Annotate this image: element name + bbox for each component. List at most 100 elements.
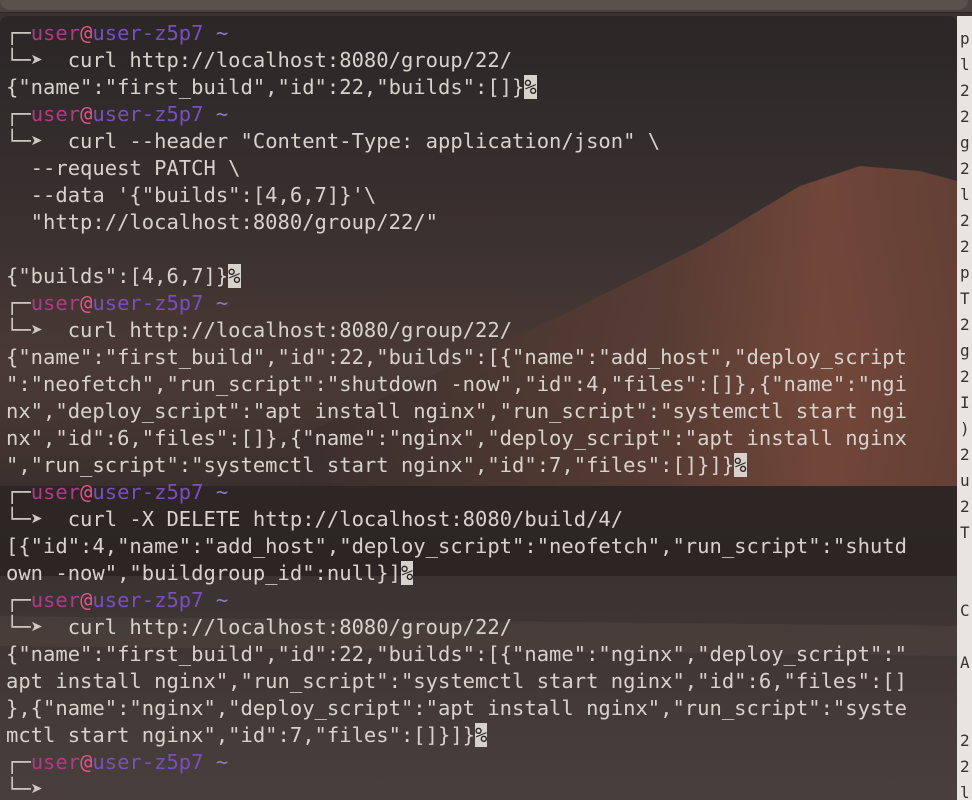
output-line: ","run_script":"systemctl start nginx","… xyxy=(6,452,954,479)
prompt-corner-icon: ┌─ xyxy=(6,750,31,774)
prompt-at: @ xyxy=(80,588,93,612)
prompt-user: user xyxy=(30,21,81,45)
prompt-at: @ xyxy=(80,480,93,504)
output-line: {"name":"first_build","id":22,"builds":[… xyxy=(6,641,954,668)
window-top-bar xyxy=(0,0,972,13)
output-text: ","run_script":"systemctl start nginx","… xyxy=(6,453,735,477)
no-newline-marker: % xyxy=(228,264,241,288)
prompt-dir: ~ xyxy=(203,480,229,504)
prompt-dir: ~ xyxy=(203,102,229,126)
prompt-user: user xyxy=(30,750,81,774)
command-text: curl http://localhost:8080/group/22/ xyxy=(67,318,513,342)
output-text: nx","deploy_script":"apt install nginx",… xyxy=(6,399,907,423)
output-line: mctl start nginx","id":7,"files":[]}]}% xyxy=(6,722,954,749)
prompt-user: user xyxy=(30,480,81,504)
prompt-line: ┌─user@user-z5p7 ~ xyxy=(6,479,954,506)
side-panel-char: l xyxy=(960,185,970,204)
side-panel-char: A xyxy=(960,653,970,672)
prompt-arrow-icon: ➤ xyxy=(30,48,68,72)
side-panel-char: u xyxy=(960,471,970,490)
prompt-corner-icon: ┌─ xyxy=(6,21,31,45)
output-text: },{"name":"nginx","deploy_script":"apt i… xyxy=(6,696,907,720)
prompt-line: ┌─user@user-z5p7 ~ xyxy=(6,101,954,128)
side-panel-char: g xyxy=(960,133,970,152)
prompt-corner-icon: ┌─ xyxy=(6,102,31,126)
output-line: {"name":"first_build","id":22,"builds":[… xyxy=(6,344,954,371)
command-line: └─➤ curl http://localhost:8080/group/22/ xyxy=(6,47,954,74)
output-line: apt install nginx","run_script":"systemc… xyxy=(6,668,954,695)
prompt-line: ┌─user@user-z5p7 ~ xyxy=(6,587,954,614)
prompt-at: @ xyxy=(80,21,93,45)
side-panel-char: T xyxy=(960,523,970,542)
command-text: curl http://localhost:8080/group/22/ xyxy=(67,615,513,639)
side-panel-char: 2 xyxy=(960,237,970,256)
output-text: mctl start nginx","id":7,"files":[]}]} xyxy=(6,723,475,747)
prompt-host: user-z5p7 xyxy=(92,21,204,45)
output-line: own -now","buildgroup_id":null}]% xyxy=(6,560,954,587)
command-continuation: --data '{"builds":[4,6,7]}'\ xyxy=(6,182,954,209)
side-panel-char xyxy=(960,546,972,572)
prompt-arrow-icon: ➤ xyxy=(30,777,68,800)
output-text: nx","id":6,"files":[]},{"name":"nginx","… xyxy=(6,426,907,450)
side-panel-char: ) xyxy=(960,419,970,438)
output-text: [{"id":4,"name":"add_host","deploy_scrip… xyxy=(6,534,907,558)
terminal-output: ┌─user@user-z5p7 ~ └─➤ curl http://localh… xyxy=(6,20,954,800)
side-panel-char xyxy=(960,624,972,650)
side-panel-char: l xyxy=(960,783,970,800)
continuation-text: --data '{"builds":[4,6,7]}'\ xyxy=(6,183,377,207)
prompt-arrow-icon: ➤ xyxy=(30,615,68,639)
prompt-corner-bottom-icon: └─ xyxy=(6,48,31,72)
output-text: {"name":"first_build","id":22,"builds":[… xyxy=(6,75,525,99)
side-panel-char xyxy=(960,676,972,702)
side-panel-char: I xyxy=(960,393,970,412)
prompt-corner-icon: ┌─ xyxy=(6,588,31,612)
side-panel-char xyxy=(960,572,972,598)
prompt-at: @ xyxy=(80,102,93,126)
output-text: {"name":"first_build","id":22,"builds":[… xyxy=(6,345,907,369)
prompt-user: user xyxy=(30,291,81,315)
output-line: nx","deploy_script":"apt install nginx",… xyxy=(6,398,954,425)
prompt-host: user-z5p7 xyxy=(92,102,204,126)
output-text: {"name":"first_build","id":22,"builds":[… xyxy=(6,642,907,666)
prompt-user: user xyxy=(30,588,81,612)
command-text: curl --header "Content-Type: application… xyxy=(67,129,661,153)
side-panel-char: 2 xyxy=(960,757,970,776)
prompt-at: @ xyxy=(80,291,93,315)
prompt-arrow-icon: ➤ xyxy=(30,129,68,153)
continuation-text xyxy=(6,237,31,261)
command-continuation: --request PATCH \ xyxy=(6,155,954,182)
side-panel-char: T xyxy=(960,289,970,308)
side-panel-char xyxy=(960,702,972,728)
side-panel-char: 2 xyxy=(960,367,970,386)
side-panel-char: 2 xyxy=(960,731,970,750)
no-newline-marker: % xyxy=(734,453,747,477)
side-panel-char: p xyxy=(960,263,970,282)
prompt-corner-bottom-icon: └─ xyxy=(6,129,31,153)
side-panel-char: 2 xyxy=(960,445,970,464)
side-panel-char: 2 xyxy=(960,315,970,334)
side-panel-char: 2 xyxy=(960,159,970,178)
command-line: └─➤ curl http://localhost:8080/group/22/ xyxy=(6,614,954,641)
side-panel-char: 2 xyxy=(960,81,970,100)
output-line: {"builds":[4,6,7]}% xyxy=(6,263,954,290)
side-panel-char: 2 xyxy=(960,497,970,516)
continuation-text: --request PATCH \ xyxy=(6,156,241,180)
command-continuation: "http://localhost:8080/group/22/" xyxy=(6,209,954,236)
command-line: └─➤ curl -X DELETE http://localhost:8080… xyxy=(6,506,954,533)
prompt-corner-bottom-icon: └─ xyxy=(6,318,31,342)
prompt-corner-icon: ┌─ xyxy=(6,291,31,315)
adjacent-window-edge: p l 2 2 g 2 l 2 2 p T 2 g 2 I) 2 u 2 T C A 2 2 l xyxy=(957,16,972,800)
output-text: ":"neofetch","run_script":"shutdown -now… xyxy=(6,372,907,396)
command-line: └─➤ xyxy=(6,776,954,800)
prompt-dir: ~ xyxy=(203,21,229,45)
no-newline-marker: % xyxy=(475,723,488,747)
no-newline-marker: % xyxy=(400,561,414,585)
prompt-host: user-z5p7 xyxy=(92,750,204,774)
output-text: {"builds":[4,6,7]} xyxy=(6,264,229,288)
prompt-dir: ~ xyxy=(203,291,229,315)
command-line: └─➤ curl --header "Content-Type: applica… xyxy=(6,128,954,155)
prompt-at: @ xyxy=(80,750,93,774)
terminal-window[interactable]: ┌─user@user-z5p7 ~ └─➤ curl http://localh… xyxy=(0,16,957,800)
output-line: ":"neofetch","run_script":"shutdown -now… xyxy=(6,371,954,398)
prompt-dir: ~ xyxy=(203,588,229,612)
